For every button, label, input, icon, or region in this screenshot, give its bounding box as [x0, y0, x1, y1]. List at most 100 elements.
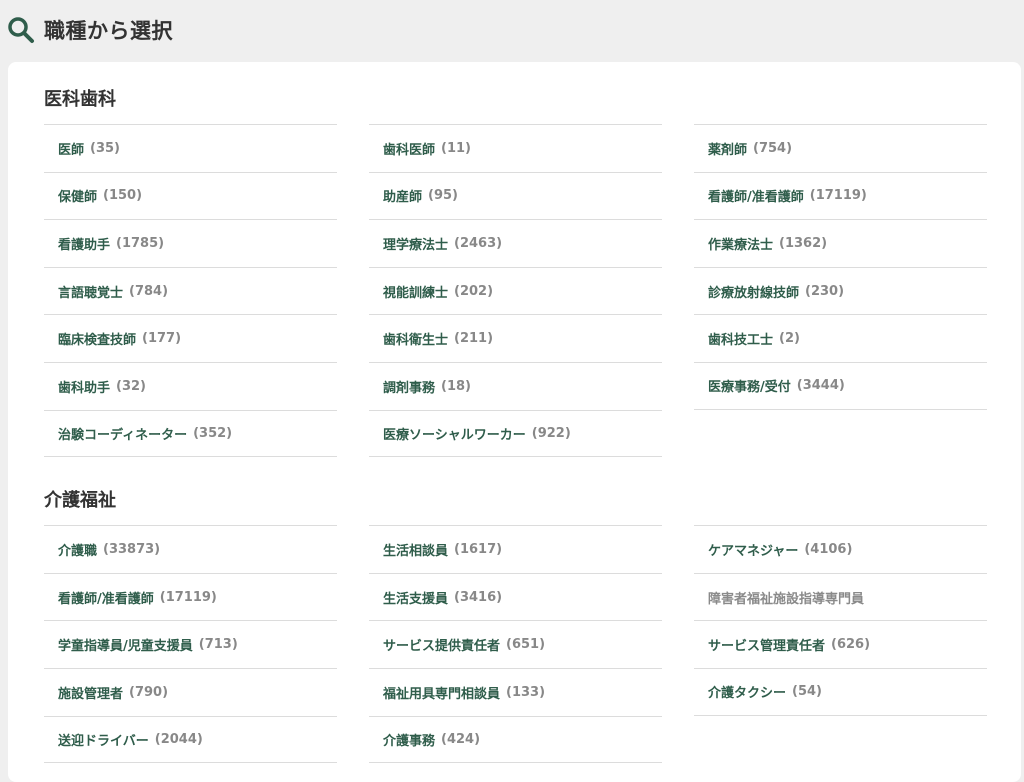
job-count: (922) [531, 425, 571, 441]
occupation-link[interactable]: 保健師 (150) [44, 171, 337, 220]
occupation-column: 医師 (35) 保健師 (150) 看護助手 (1785) 言語聴覚士 (784) 臨床検査技師… [44, 124, 337, 458]
job-count: (18) [441, 378, 471, 394]
occupation-name: 治験コーディネーター [58, 427, 188, 443]
occupation-name: 助産師 [383, 190, 423, 206]
occupation-name: 介護事務 [383, 733, 436, 749]
occupation-name: 保健師 [58, 190, 98, 206]
occupation-link[interactable]: 福祉用具専門相談員 (133) [369, 667, 662, 716]
job-count: (177) [142, 331, 182, 347]
occupation-column: ケアマネジャー (4106) 障害者福祉施設指導専門員サービス管理責任者 (626) 介… [694, 525, 987, 763]
occupation-name: 歯科医師 [383, 142, 436, 158]
occupation-name: サービス提供責任者 [383, 639, 501, 655]
occupation-link[interactable]: 看護師/准看護師 (17119) [44, 572, 337, 621]
occupation-link[interactable]: サービス提供責任者 (651) [369, 620, 662, 668]
occupation-link[interactable]: 視能訓練士 (202) [369, 266, 662, 315]
occupation-name: 送迎ドライバー [58, 733, 149, 749]
job-count: (133) [506, 684, 546, 700]
occupation-link[interactable]: 生活相談員 (1617) [369, 525, 662, 573]
occupation-name: 視能訓練士 [383, 285, 449, 301]
occupation-link[interactable]: 介護職 (33873) [44, 525, 337, 573]
occupation-name: 医療事務/受付 [708, 380, 791, 396]
job-count: (2) [779, 331, 800, 347]
job-count: (11) [441, 140, 471, 156]
occupation-name: 学童指導員/児童支援員 [58, 639, 193, 655]
job-count: (150) [103, 188, 143, 204]
occupation-link[interactable]: 作業療法士 (1362) [694, 219, 987, 267]
occupation-link[interactable]: 看護師/准看護師 (17119) [694, 171, 987, 220]
occupation-link[interactable]: 診療放射線技師 (230) [694, 266, 987, 315]
occupation-name: 診療放射線技師 [708, 285, 800, 301]
occupation-link[interactable]: 生活支援員 (3416) [369, 572, 662, 621]
job-count: (2463) [454, 235, 503, 251]
page-title: 職種から選択 [44, 19, 173, 43]
occupation-link[interactable]: 薬剤師 (754) [694, 124, 987, 172]
occupation-name: 看護師/准看護師 [708, 190, 804, 206]
job-count: (211) [454, 331, 494, 347]
occupation-name: 介護職 [58, 543, 98, 559]
occupation-link[interactable]: 看護助手 (1785) [44, 219, 337, 267]
occupation-name: 医師 [58, 142, 85, 158]
occupation-link[interactable]: 介護タクシー (54) [694, 667, 987, 716]
occupation-link[interactable]: 助産師 (95) [369, 171, 662, 220]
job-count: (54) [792, 684, 822, 700]
occupation-name: 歯科助手 [58, 380, 111, 396]
occupation-name: 看護師/准看護師 [58, 591, 154, 607]
occupation-name: 医療ソーシャルワーカー [383, 427, 526, 443]
occupation-link[interactable]: 学童指導員/児童支援員 (713) [44, 620, 337, 668]
occupation-column: 歯科医師 (11) 助産師 (95) 理学療法士 (2463) 視能訓練士 (202) 歯科衛生… [369, 124, 662, 458]
job-count: (17119) [809, 188, 867, 204]
job-count: (1362) [779, 235, 828, 251]
occupation-name: 臨床検査技師 [58, 333, 137, 349]
section-title: 介護福祉 [44, 490, 116, 512]
occupation-link[interactable]: 医師 (35) [44, 124, 337, 172]
occupation-name: 歯科技工士 [708, 333, 774, 349]
occupation-link[interactable]: 施設管理者 (790) [44, 667, 337, 716]
occupation-link[interactable]: 介護事務 (424) [369, 715, 662, 764]
job-count: (3444) [796, 378, 845, 394]
job-count: (626) [831, 637, 871, 653]
section-title: 医科歯科 [44, 89, 116, 110]
occupation-name: 看護助手 [58, 237, 111, 253]
occupation-link[interactable]: 臨床検査技師 (177) [44, 314, 337, 362]
occupation-name: ケアマネジャー [708, 543, 799, 559]
job-count: (32) [116, 378, 146, 394]
occupation-name: 生活支援員 [383, 591, 449, 607]
job-count: (35) [90, 140, 120, 156]
job-count: (202) [454, 283, 494, 299]
occupation-column: 薬剤師 (754) 看護師/准看護師 (17119) 作業療法士 (1362) 診療放射線技… [694, 124, 987, 457]
occupation-link[interactable]: 送迎ドライバー (2044) [44, 715, 337, 764]
occupation-link[interactable]: サービス管理責任者 (626) [694, 620, 987, 668]
occupation-card: 医科歯科 医師 (35) 保健師 (150) 看護助手 (1785) 言語聴覚士 (784) 臨床… [8, 62, 1021, 782]
occupation-link[interactable]: 歯科技工士 (2) [694, 314, 987, 362]
page-header: 職種から選択 [0, 0, 1024, 60]
occupation-link[interactable]: 歯科医師 (11) [369, 124, 662, 172]
occupation-name: 作業療法士 [708, 237, 774, 253]
occupation-name: 歯科衛生士 [383, 333, 449, 349]
occupation-link[interactable]: 調剤事務 (18) [369, 361, 662, 410]
job-count: (754) [753, 140, 793, 156]
occupation-column: 生活相談員 (1617) 生活支援員 (3416) サービス提供責任者 (651) 福祉用具… [369, 525, 662, 764]
occupation-link[interactable]: 理学療法士 (2463) [369, 219, 662, 267]
occupation-name: 障害者福祉施設指導専門員 [708, 591, 865, 607]
occupation-link[interactable]: 言語聴覚士 (784) [44, 266, 337, 315]
occupation-name: 施設管理者 [58, 686, 124, 702]
occupation-column: 介護職 (33873) 看護師/准看護師 (17119) 学童指導員/児童支援員 (713… [44, 525, 337, 764]
occupation-name: 理学療法士 [383, 237, 449, 253]
occupation-link[interactable]: 医療ソーシャルワーカー (922) [369, 409, 662, 458]
occupation-name: 薬剤師 [708, 142, 748, 158]
job-count: (713) [198, 637, 238, 653]
occupation-link: 障害者福祉施設指導専門員 [694, 572, 987, 621]
job-count: (1617) [454, 541, 503, 557]
occupation-link[interactable]: ケアマネジャー (4106) [694, 525, 987, 573]
occupation-link[interactable]: 歯科衛生士 (211) [369, 314, 662, 362]
occupation-link[interactable]: 医療事務/受付 (3444) [694, 361, 987, 410]
job-count: (2044) [154, 731, 203, 747]
job-count: (352) [193, 425, 233, 441]
job-count: (4106) [804, 541, 853, 557]
job-count: (790) [129, 684, 169, 700]
occupation-link[interactable]: 歯科助手 (32) [44, 361, 337, 410]
job-count: (95) [428, 188, 458, 204]
occupation-link[interactable]: 治験コーディネーター (352) [44, 409, 337, 458]
job-count: (424) [441, 731, 481, 747]
